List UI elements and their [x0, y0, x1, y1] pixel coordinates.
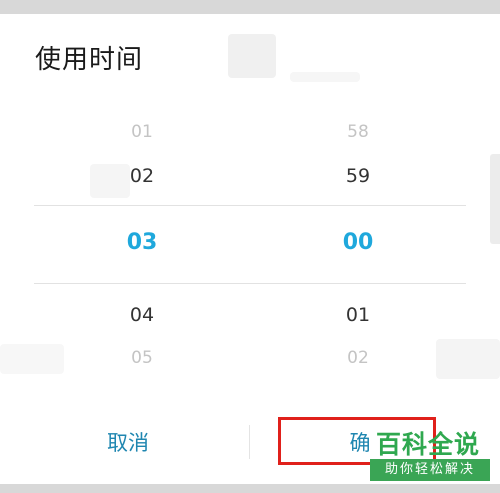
- background-ghost-scrollbar: [490, 154, 500, 244]
- minute-wheel[interactable]: 58 59 00 01 02: [308, 14, 408, 484]
- minute-option[interactable]: 01: [308, 304, 408, 326]
- minute-selected[interactable]: 00: [308, 230, 408, 255]
- minute-option[interactable]: 02: [308, 348, 408, 368]
- hour-option[interactable]: 02: [92, 165, 192, 187]
- background-ghost-block: [436, 339, 500, 379]
- background-ghost-block: [0, 344, 64, 374]
- watermark-logo: 百科全说 助你轻松解决: [370, 425, 496, 485]
- time-picker-dialog: 使用时间 01 02 03 04 05 58 59 00 01 02 取消 确: [0, 14, 500, 484]
- watermark-title: 百科全说: [376, 430, 481, 459]
- minute-option[interactable]: 59: [308, 165, 408, 187]
- hour-wheel[interactable]: 01 02 03 04 05: [92, 14, 192, 484]
- minute-option[interactable]: 58: [308, 122, 408, 142]
- cancel-button[interactable]: 取消: [58, 426, 198, 460]
- hour-selected[interactable]: 03: [92, 230, 192, 255]
- hour-option[interactable]: 04: [92, 304, 192, 326]
- background-ghost-image: [228, 34, 276, 78]
- watermark-subtitle: 助你轻松解决: [370, 459, 490, 481]
- actions-divider: [249, 425, 250, 459]
- hour-option[interactable]: 05: [92, 348, 192, 368]
- hour-option[interactable]: 01: [92, 122, 192, 142]
